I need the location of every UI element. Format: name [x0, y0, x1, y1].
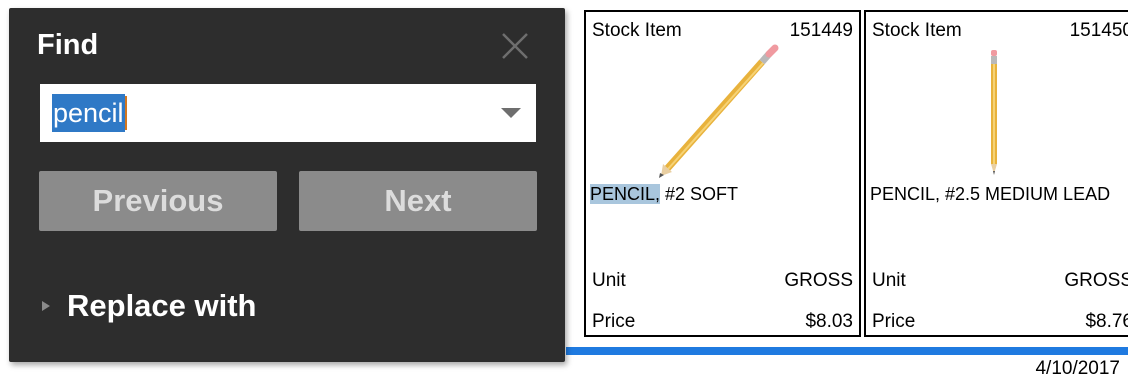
text-caret — [125, 96, 127, 130]
close-button[interactable] — [495, 26, 535, 66]
item-description-text: #2 SOFT — [660, 184, 739, 204]
stock-item-card: Stock Item 151449 PENCIL, #2 SOFT Unit G… — [584, 10, 861, 337]
page-divider-line — [566, 347, 1128, 355]
search-input[interactable]: pencil — [52, 94, 125, 132]
stock-item-number: 151450 — [1069, 20, 1128, 41]
stock-item-number: 151449 — [789, 20, 853, 41]
unit-row: Unit GROSS — [592, 270, 853, 292]
item-description: PENCIL, #2.5 MEDIUM LEAD — [870, 184, 1128, 205]
card-header: Stock Item 151449 — [592, 20, 853, 42]
find-title: Find — [37, 29, 99, 61]
search-match-highlight: PENCIL, — [590, 184, 661, 204]
stock-item-label: Stock Item — [872, 20, 962, 41]
unit-label: Unit — [872, 270, 906, 291]
unit-value: GROSS — [1064, 270, 1128, 291]
unit-value: GROSS — [784, 270, 853, 291]
pencil-image — [991, 50, 997, 175]
card-header: Stock Item 151450 — [872, 20, 1128, 42]
stock-item-label: Stock Item — [592, 20, 682, 41]
find-search-field[interactable]: pencil — [40, 84, 536, 142]
item-description: PENCIL, #2 SOFT — [590, 184, 855, 205]
report-date: 4/10/2017 — [1035, 358, 1120, 379]
price-label: Price — [592, 311, 636, 332]
price-value: $8.76 — [1085, 311, 1128, 332]
previous-button[interactable]: Previous — [39, 171, 277, 231]
chevron-down-icon[interactable] — [499, 105, 523, 121]
price-row: Price $8.76 — [872, 311, 1128, 333]
item-description-text: PENCIL, #2.5 MEDIUM LEAD — [870, 184, 1111, 204]
price-row: Price $8.03 — [592, 311, 853, 333]
close-icon — [502, 33, 528, 59]
expand-triangle-icon — [42, 301, 50, 311]
next-button[interactable]: Next — [299, 171, 537, 231]
replace-with-toggle[interactable]: Replace with — [39, 286, 257, 326]
price-label: Price — [872, 311, 916, 332]
unit-label: Unit — [592, 270, 626, 291]
price-value: $8.03 — [805, 311, 853, 332]
stock-item-card: Stock Item 151450 PENCIL, #2.5 MEDIUM LE… — [864, 10, 1128, 337]
find-panel: Find pencil Previous Next Replace with — [9, 8, 565, 362]
unit-row: Unit GROSS — [872, 270, 1128, 292]
pencil-image — [659, 44, 779, 178]
replace-with-label: Replace with — [67, 288, 257, 323]
